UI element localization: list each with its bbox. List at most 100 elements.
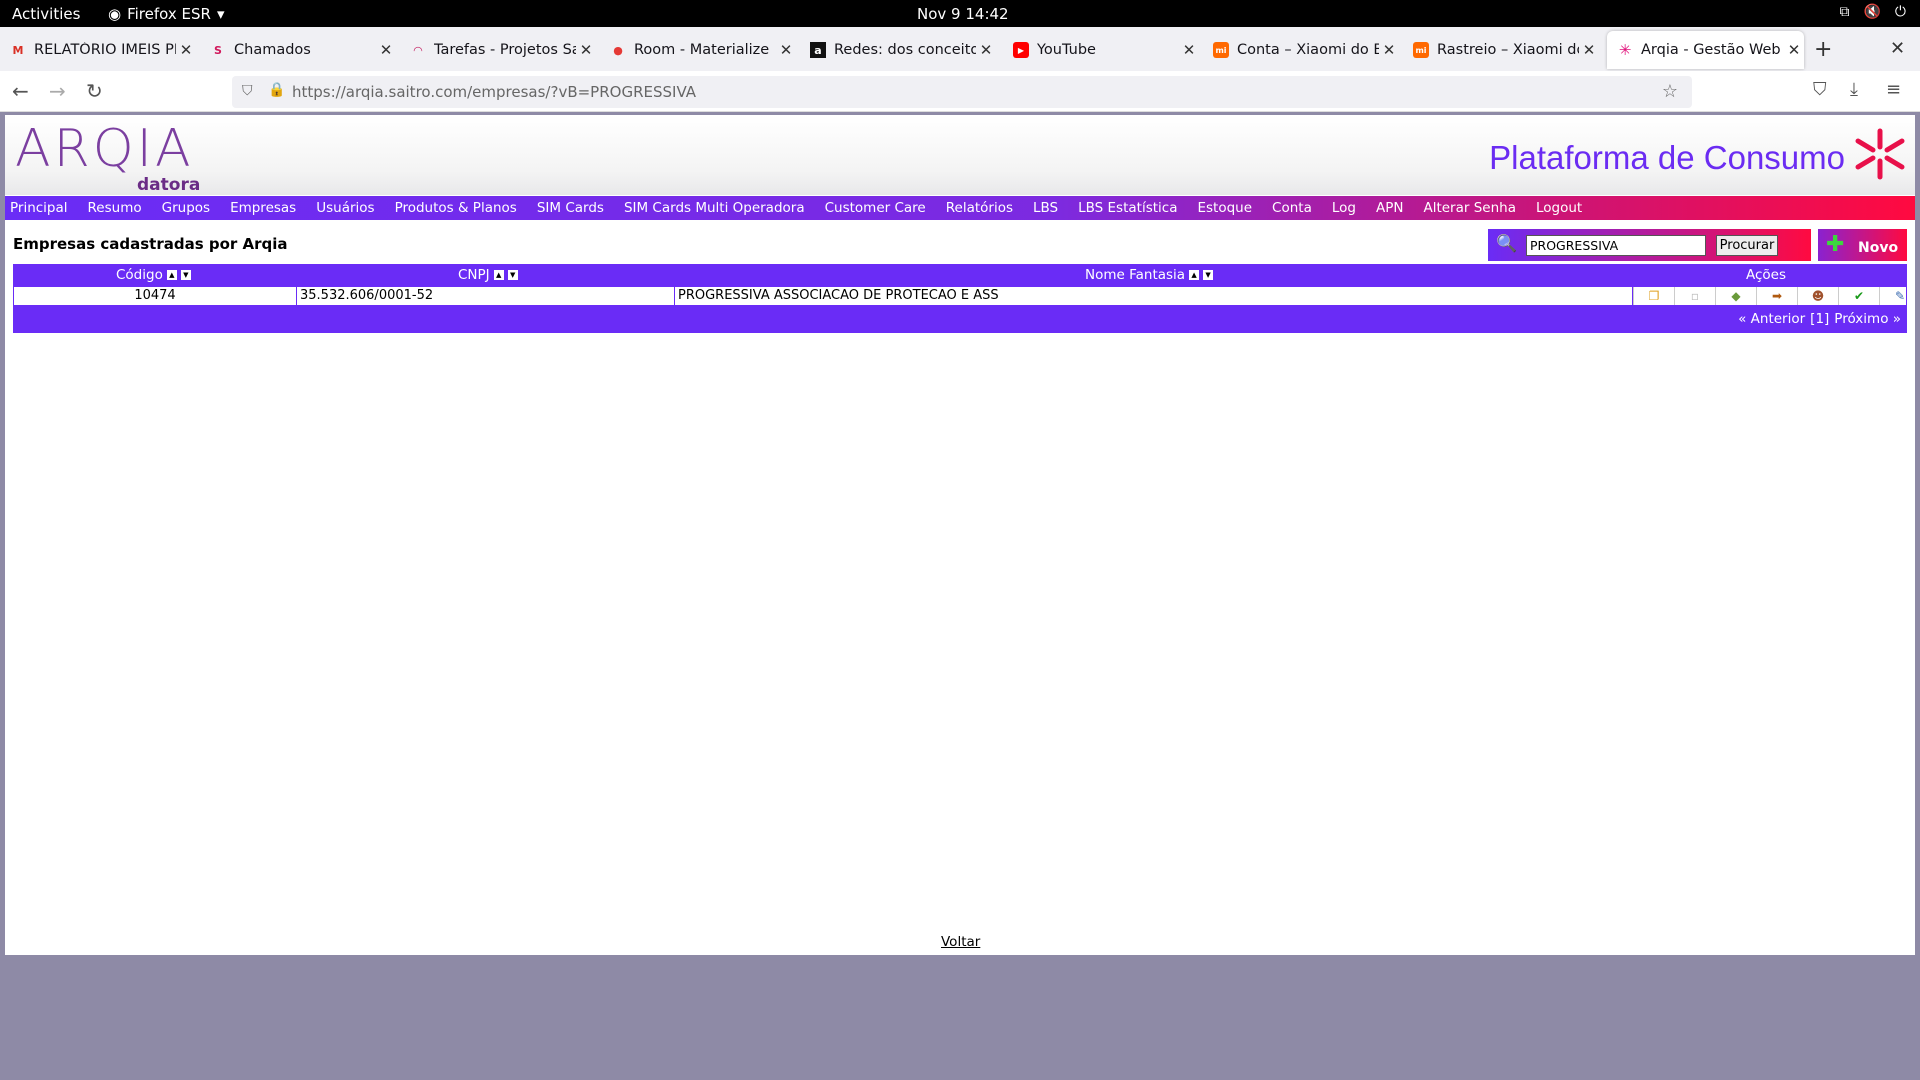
back-button[interactable]: ←: [12, 79, 29, 103]
menu-customer-care[interactable]: Customer Care: [825, 200, 926, 216]
close-icon[interactable]: ✕: [1579, 41, 1599, 59]
pager-next[interactable]: Próximo »: [1834, 311, 1901, 327]
menu-conta[interactable]: Conta: [1272, 200, 1312, 216]
tab-title: Rastreio – Xiaomi do: [1437, 42, 1579, 58]
sort-down-icon[interactable]: ▼: [180, 270, 191, 280]
lock-icon[interactable]: 🔒: [268, 82, 285, 98]
sort-down-icon[interactable]: ▼: [1203, 270, 1214, 280]
reload-button[interactable]: ↻: [86, 79, 103, 103]
sort-down-icon[interactable]: ▼: [507, 270, 518, 280]
copy-icon[interactable]: ❐: [1633, 287, 1674, 305]
new-tab-button[interactable]: +: [1814, 37, 1832, 62]
tab-title: Chamados: [234, 42, 311, 58]
menu-usuarios[interactable]: Usuários: [316, 200, 374, 216]
transfer-icon[interactable]: ➡: [1756, 287, 1797, 305]
tab-tarefas[interactable]: ◠ Tarefas - Projetos Sai ✕: [400, 31, 596, 69]
menu-estoque[interactable]: Estoque: [1197, 200, 1252, 216]
xiaomi-icon: mi: [1213, 42, 1229, 58]
tab-chamados[interactable]: S Chamados ✕: [200, 31, 396, 69]
tab-title: YouTube: [1037, 42, 1096, 58]
menu-lbs-estatistica[interactable]: LBS Estatística: [1078, 200, 1177, 216]
search-input[interactable]: [1526, 235, 1706, 256]
menu-grupos[interactable]: Grupos: [162, 200, 210, 216]
search-button[interactable]: Procurar: [1716, 235, 1778, 256]
download-icon[interactable]: ⤓: [1850, 79, 1858, 100]
menu-logout[interactable]: Logout: [1536, 200, 1582, 216]
menu-resumo[interactable]: Resumo: [88, 200, 142, 216]
menu-sim-cards[interactable]: SIM Cards: [537, 200, 604, 216]
close-icon[interactable]: ✕: [1179, 41, 1199, 59]
bookmark-star-icon[interactable]: ☆: [1662, 81, 1678, 102]
header-label: Nome Fantasia: [1085, 267, 1186, 283]
menu-produtos-planos[interactable]: Produtos & Planos: [395, 200, 517, 216]
document-icon[interactable]: ▫: [1674, 287, 1715, 305]
tab-room[interactable]: ● Room - Materialize ✕: [600, 31, 796, 69]
tag-icon[interactable]: ◆: [1715, 287, 1756, 305]
plus-icon: ✚: [1826, 232, 1845, 257]
menu-log[interactable]: Log: [1332, 200, 1356, 216]
edit-icon[interactable]: ✎: [1879, 287, 1920, 305]
menu-principal[interactable]: Principal: [10, 200, 68, 216]
close-icon[interactable]: ✕: [576, 41, 596, 59]
list-all-tabs-button[interactable]: ✕: [1890, 38, 1905, 59]
amazon-icon: a: [810, 42, 826, 58]
tab-redes[interactable]: a Redes: dos conceitos ✕: [800, 31, 996, 69]
tab-title: Redes: dos conceitos: [834, 42, 976, 58]
users-icon[interactable]: ☻: [1797, 287, 1838, 305]
url-bar[interactable]: ⛉ 🔒 https://arqia.saitro.com/empresas/?v…: [232, 76, 1692, 108]
close-icon[interactable]: ✕: [376, 41, 396, 59]
pocket-icon[interactable]: ⛉: [1813, 79, 1827, 100]
tab-rastreio-xiaomi[interactable]: mi Rastreio – Xiaomi do ✕: [1403, 31, 1599, 69]
clock[interactable]: Nov 9 14:42: [917, 5, 1009, 23]
url-text[interactable]: https://arqia.saitro.com/empresas/?vB=PR…: [292, 83, 696, 101]
close-icon[interactable]: ✕: [776, 41, 796, 59]
close-icon[interactable]: ✕: [1784, 41, 1804, 59]
tab-youtube[interactable]: ▶ YouTube ✕: [1003, 31, 1199, 69]
arqia-logo[interactable]: ARQIA datora: [15, 119, 200, 195]
voltar-link[interactable]: Voltar: [941, 934, 980, 950]
room-icon: ●: [613, 43, 623, 57]
close-icon[interactable]: ✕: [976, 41, 996, 59]
system-tray[interactable]: ⧉ 🔇 ⏻: [1839, 4, 1906, 20]
pager-previous[interactable]: « Anterior: [1738, 311, 1805, 327]
shield-icon[interactable]: ⛉: [242, 83, 253, 99]
header-codigo[interactable]: Código ▲ ▼: [116, 267, 191, 283]
header-label: Ações: [1746, 267, 1787, 283]
menu-icon[interactable]: ≡: [1886, 79, 1901, 100]
network-icon: ⧉: [1839, 4, 1850, 20]
sort-up-icon[interactable]: ▲: [1189, 270, 1200, 280]
header-cnpj[interactable]: CNPJ ▲ ▼: [458, 267, 518, 283]
header-label: CNPJ: [458, 267, 490, 283]
app-name: Firefox ESR: [127, 5, 211, 23]
novo-button[interactable]: ✚ Novo: [1818, 229, 1907, 261]
tab-title: Arqia - Gestão Web: [1641, 42, 1781, 58]
header-acoes: Ações: [1746, 267, 1786, 283]
activities-button[interactable]: Activities: [12, 5, 80, 23]
menu-empresas[interactable]: Empresas: [230, 200, 296, 216]
tab-title: Conta – Xiaomi do Br: [1237, 42, 1379, 58]
menu-sim-cards-multi[interactable]: SIM Cards Multi Operadora: [624, 200, 805, 216]
tab-conta-xiaomi[interactable]: mi Conta – Xiaomi do Br ✕: [1203, 31, 1399, 69]
menu-alterar-senha[interactable]: Alterar Senha: [1423, 200, 1516, 216]
logo-text: ARQIA: [15, 119, 194, 179]
header-nome-fantasia[interactable]: Nome Fantasia ▲ ▼: [1085, 267, 1214, 283]
tab-arqia[interactable]: ✳ Arqia - Gestão Web ✕: [1607, 31, 1804, 69]
menu-relatorios[interactable]: Relatórios: [946, 200, 1013, 216]
gmail-icon: M: [12, 43, 24, 57]
menu-apn[interactable]: APN: [1376, 200, 1403, 216]
close-icon[interactable]: ✕: [176, 41, 196, 59]
app-menu[interactable]: ◉ Firefox ESR ▾: [108, 5, 224, 23]
novo-label: Novo: [1858, 240, 1899, 256]
forward-button[interactable]: →: [49, 79, 66, 103]
page-title: Empresas cadastradas por Arqia: [13, 235, 288, 253]
arqia-icon: ✳: [1618, 41, 1632, 59]
pager-current[interactable]: [1]: [1810, 311, 1829, 327]
check-icon[interactable]: ✔: [1838, 287, 1879, 305]
tab-gmail[interactable]: M RELATÓRIO IMEIS PR ✕: [0, 31, 196, 69]
platform-title: Plataforma de Consumo: [1489, 139, 1845, 176]
sort-up-icon[interactable]: ▲: [493, 270, 504, 280]
close-icon[interactable]: ✕: [1379, 41, 1399, 59]
cell-codigo: 10474: [14, 287, 297, 305]
sort-up-icon[interactable]: ▲: [166, 270, 177, 280]
menu-lbs[interactable]: LBS: [1033, 200, 1058, 216]
